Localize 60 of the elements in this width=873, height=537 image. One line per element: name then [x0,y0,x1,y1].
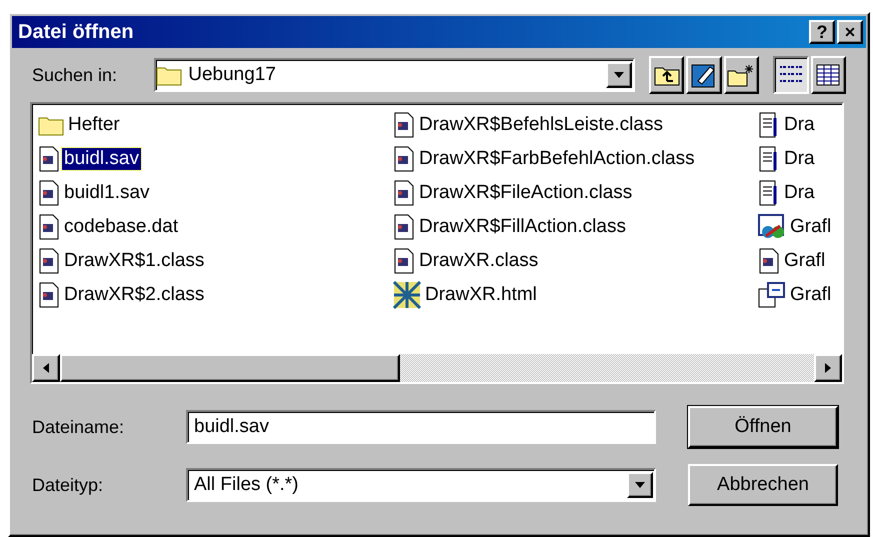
file-name-field[interactable]: buidl.sav [186,410,656,444]
file-item[interactable]: Dra [782,148,817,170]
document-icon [38,248,60,274]
file-item[interactable]: Dra [782,182,817,204]
file-item[interactable]: DrawXR$FarbBefehlAction.class [417,148,697,170]
horizontal-scrollbar[interactable] [32,354,842,382]
newfolder-toolbar-button[interactable] [724,56,760,94]
project-icon [758,214,786,240]
document-icon [758,282,786,308]
file-item[interactable]: DrawXR.class [417,250,540,272]
file-item[interactable]: DrawXR$BefehlsLeiste.class [417,114,665,136]
document-icon [393,180,415,206]
dropdown-icon [614,72,624,78]
arrow-icon [43,363,49,373]
file-item[interactable]: Grafl [788,216,834,238]
file-item[interactable]: buidl1.sav [62,182,152,204]
file-type-label: Dateityp: [32,474,104,496]
details-toolbar-button[interactable] [810,56,846,94]
document-icon [393,146,415,172]
file-item[interactable]: DrawXR$1.class [62,250,206,272]
file-item[interactable]: buidl.sav [62,148,141,170]
document-icon [38,180,60,206]
file-item[interactable]: Dra [782,114,817,136]
arrow-icon [825,363,831,373]
scroll-left-button[interactable] [32,354,60,382]
document-icon [38,282,60,308]
file-item[interactable]: codebase.dat [62,216,180,238]
desktop-toolbar-button[interactable] [686,56,722,94]
look-in-label: Suchen in: [32,64,118,86]
file-item[interactable]: DrawXR$FileAction.class [417,182,634,204]
open-button[interactable]: Öffnen [688,406,838,448]
window-title: Datei öffnen [18,20,135,44]
file-name-label: Dateiname: [32,416,126,438]
file-item[interactable]: Grafl [782,250,828,272]
dropdown-icon [635,482,645,488]
new-folder-icon [727,63,756,87]
file-item[interactable]: Grafl [788,284,834,306]
document-icon [38,146,60,172]
look-in-dropdown[interactable]: Uebung17 [154,58,635,92]
dropdown-button[interactable] [606,62,632,88]
document-icon [393,214,415,240]
document-icon [393,112,415,138]
file-item[interactable]: DrawXR$2.class [62,284,206,306]
close-button[interactable]: × [837,20,863,44]
list-toolbar-button[interactable] [773,56,809,94]
dropdown-button[interactable] [627,472,653,498]
file-item[interactable]: DrawXR.html [423,284,539,306]
scroll-right-button[interactable] [814,354,842,382]
cancel-button[interactable]: Abbrechen [688,464,838,506]
up-toolbar-button[interactable] [648,56,684,94]
file-type-dropdown[interactable]: All Files (*.*) [186,468,656,502]
document-icon [758,248,780,274]
file-item[interactable]: Hefter [66,114,122,136]
details-view-icon [815,63,842,87]
help-button[interactable]: ? [809,20,835,44]
document-icon [393,248,415,274]
scrollbar-thumb[interactable] [60,354,400,382]
web-page-icon [393,281,421,309]
document-icon [38,214,60,240]
file-item[interactable]: DrawXR$FillAction.class [417,216,628,238]
